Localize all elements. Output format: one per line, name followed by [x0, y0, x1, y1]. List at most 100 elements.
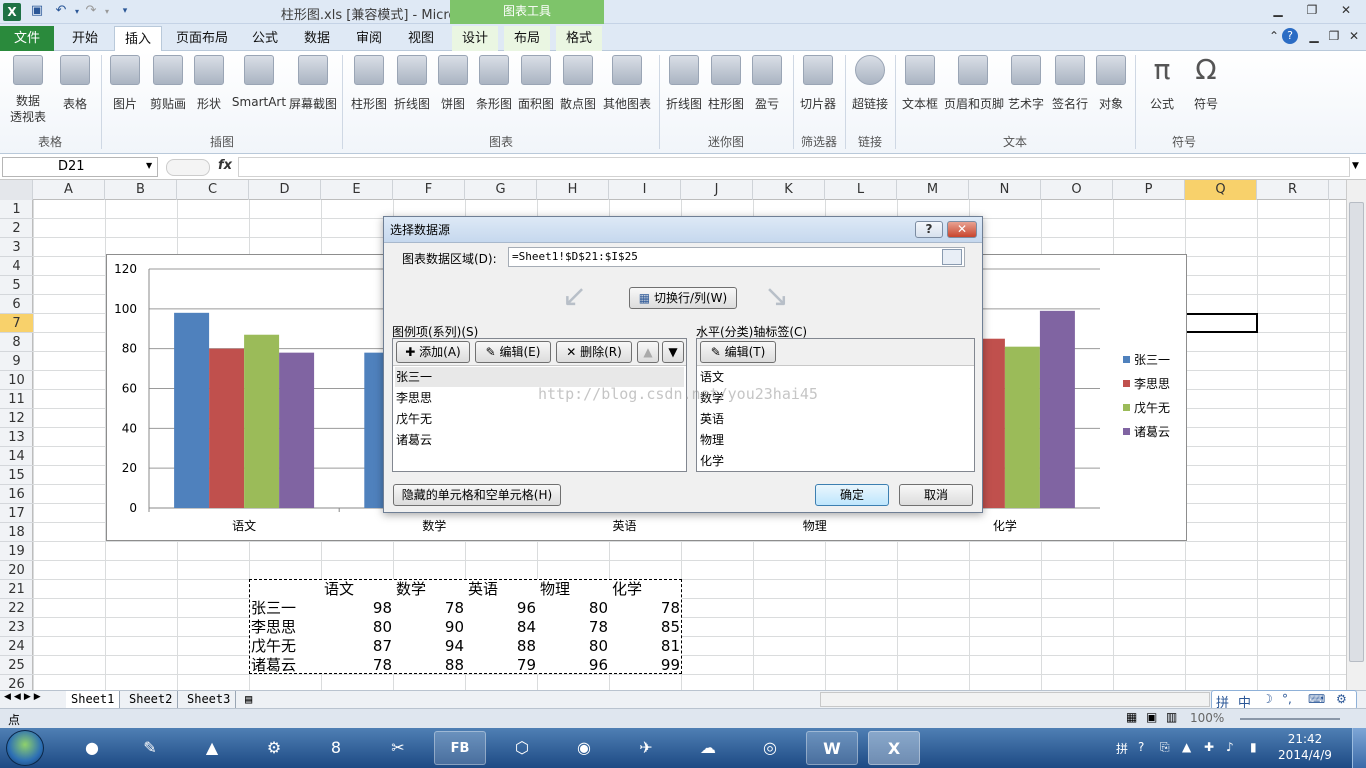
- table-value-cell[interactable]: 84: [466, 618, 536, 637]
- column-header-O[interactable]: O: [1041, 180, 1113, 200]
- series-list-item[interactable]: 张三一: [395, 367, 684, 387]
- switch-row-column-button[interactable]: ▦ 切换行/列(W): [629, 287, 737, 309]
- row-header-14[interactable]: 14: [0, 447, 33, 466]
- pie-chart-button[interactable]: 饼图: [436, 55, 470, 112]
- table-value-cell[interactable]: 96: [538, 656, 608, 675]
- tray-help-icon[interactable]: ?: [1138, 740, 1144, 754]
- formula-bar-resize-handle[interactable]: [166, 159, 210, 176]
- excel-taskbar-icon[interactable]: X: [868, 731, 920, 765]
- table-value-cell[interactable]: 78: [394, 599, 464, 618]
- app-8-icon[interactable]: 8: [310, 731, 362, 765]
- table-row-name[interactable]: 诸葛云: [251, 656, 296, 675]
- table-header-cell[interactable]: 物理: [540, 580, 570, 599]
- row-header-4[interactable]: 4: [0, 257, 33, 276]
- column-header-F[interactable]: F: [393, 180, 465, 200]
- clock[interactable]: 21:42 2014/4/9: [1275, 731, 1335, 763]
- textbox-button[interactable]: 文本框: [900, 55, 940, 112]
- column-header-G[interactable]: G: [465, 180, 537, 200]
- sparkline-line-button[interactable]: 折线图: [664, 55, 704, 112]
- edit-series-button[interactable]: ✎ 编辑(E): [475, 341, 551, 363]
- table-button[interactable]: 表格: [56, 55, 94, 112]
- row-header-18[interactable]: 18: [0, 523, 33, 542]
- workbook-close-icon[interactable]: ✕: [1342, 29, 1366, 47]
- column-header-P[interactable]: P: [1113, 180, 1185, 200]
- row-header-22[interactable]: 22: [0, 599, 33, 618]
- row-header-19[interactable]: 19: [0, 542, 33, 561]
- tab-chart-design[interactable]: 设计: [452, 26, 499, 51]
- object-button[interactable]: 对象: [1094, 55, 1128, 112]
- table-value-cell[interactable]: 90: [394, 618, 464, 637]
- table-value-cell[interactable]: 78: [610, 599, 680, 618]
- picture-button[interactable]: 图片: [106, 55, 144, 112]
- tools-icon[interactable]: ✂: [372, 731, 424, 765]
- area-chart-button[interactable]: 面积图: [516, 55, 556, 112]
- page-break-view-icon[interactable]: ▥: [1166, 710, 1177, 724]
- chart-range-input[interactable]: =Sheet1!$D$21:$I$25: [508, 247, 965, 267]
- insert-sheet-icon[interactable]: ▤: [240, 691, 257, 708]
- restore-icon[interactable]: ❐: [1300, 3, 1324, 21]
- hidden-empty-cells-button[interactable]: 隐藏的单元格和空单元格(H): [393, 484, 561, 506]
- sheet-tab-3[interactable]: Sheet3: [182, 691, 237, 708]
- line-chart-button[interactable]: 折线图: [392, 55, 432, 112]
- table-row-name[interactable]: 戊午无: [251, 637, 296, 656]
- sparkline-winloss-button[interactable]: 盈亏: [750, 55, 784, 112]
- series-list-item[interactable]: 诸葛云: [395, 430, 684, 450]
- tray-expand-icon[interactable]: ▲: [1182, 740, 1191, 754]
- column-header-J[interactable]: J: [681, 180, 753, 200]
- row-header-13[interactable]: 13: [0, 428, 33, 447]
- table-value-cell[interactable]: 96: [466, 599, 536, 618]
- tab-file[interactable]: 文件: [0, 26, 54, 51]
- column-header-K[interactable]: K: [753, 180, 825, 200]
- row-header-3[interactable]: 3: [0, 238, 33, 257]
- row-header-2[interactable]: 2: [0, 219, 33, 238]
- tray-network-icon[interactable]: ⎘: [1160, 740, 1170, 755]
- table-value-cell[interactable]: 80: [538, 637, 608, 656]
- vertical-scrollbar[interactable]: [1346, 180, 1366, 690]
- tab-view[interactable]: 视图: [398, 26, 444, 51]
- globe-app-icon[interactable]: ◉: [558, 731, 610, 765]
- close-window-icon[interactable]: ✕: [1334, 3, 1358, 21]
- table-value-cell[interactable]: 79: [466, 656, 536, 675]
- select-all-corner[interactable]: [0, 180, 33, 200]
- column-header-H[interactable]: H: [537, 180, 609, 200]
- table-value-cell[interactable]: 94: [394, 637, 464, 656]
- row-header-21[interactable]: 21: [0, 580, 33, 599]
- expand-formula-bar-icon[interactable]: ▼: [1352, 161, 1359, 171]
- tab-chart-format[interactable]: 格式: [556, 26, 603, 51]
- collapse-dialog-icon[interactable]: [942, 249, 962, 265]
- move-up-button[interactable]: ▲: [637, 341, 659, 363]
- sheet-tab-1[interactable]: Sheet1: [66, 691, 121, 708]
- column-header-L[interactable]: L: [825, 180, 897, 200]
- name-box[interactable]: D21: [2, 157, 158, 177]
- column-header-Q[interactable]: Q: [1185, 180, 1257, 200]
- delete-series-button[interactable]: ✕ 删除(R): [556, 341, 632, 363]
- tab-formulas[interactable]: 公式: [242, 26, 288, 51]
- row-header-17[interactable]: 17: [0, 504, 33, 523]
- fb-app-icon[interactable]: FB: [434, 731, 486, 765]
- row-header-7[interactable]: 7: [0, 314, 33, 333]
- firefox-icon[interactable]: ◎: [744, 731, 796, 765]
- smartart-button[interactable]: SmartArt: [230, 55, 288, 109]
- row-header-24[interactable]: 24: [0, 637, 33, 656]
- column-header-C[interactable]: C: [177, 180, 249, 200]
- bar-chart-button[interactable]: 条形图: [474, 55, 514, 112]
- column-header-D[interactable]: D: [249, 180, 321, 200]
- start-button[interactable]: [6, 730, 44, 766]
- move-down-button[interactable]: ▼: [662, 341, 684, 363]
- equation-button[interactable]: π 公式: [1142, 55, 1182, 112]
- row-header-6[interactable]: 6: [0, 295, 33, 314]
- word-icon[interactable]: W: [806, 731, 858, 765]
- horizontal-scrollbar[interactable]: [820, 692, 1210, 707]
- row-header-15[interactable]: 15: [0, 466, 33, 485]
- column-chart-button[interactable]: 柱形图: [348, 55, 390, 112]
- row-header-9[interactable]: 9: [0, 352, 33, 371]
- row-header-11[interactable]: 11: [0, 390, 33, 409]
- column-header-R[interactable]: R: [1257, 180, 1329, 200]
- row-header-1[interactable]: 1: [0, 200, 33, 219]
- table-value-cell[interactable]: 78: [322, 656, 392, 675]
- ok-button[interactable]: 确定: [815, 484, 889, 506]
- tray-volume-icon[interactable]: ♪: [1226, 740, 1234, 754]
- row-header-5[interactable]: 5: [0, 276, 33, 295]
- tab-insert[interactable]: 插入: [114, 26, 163, 51]
- table-header-cell[interactable]: 英语: [468, 580, 498, 599]
